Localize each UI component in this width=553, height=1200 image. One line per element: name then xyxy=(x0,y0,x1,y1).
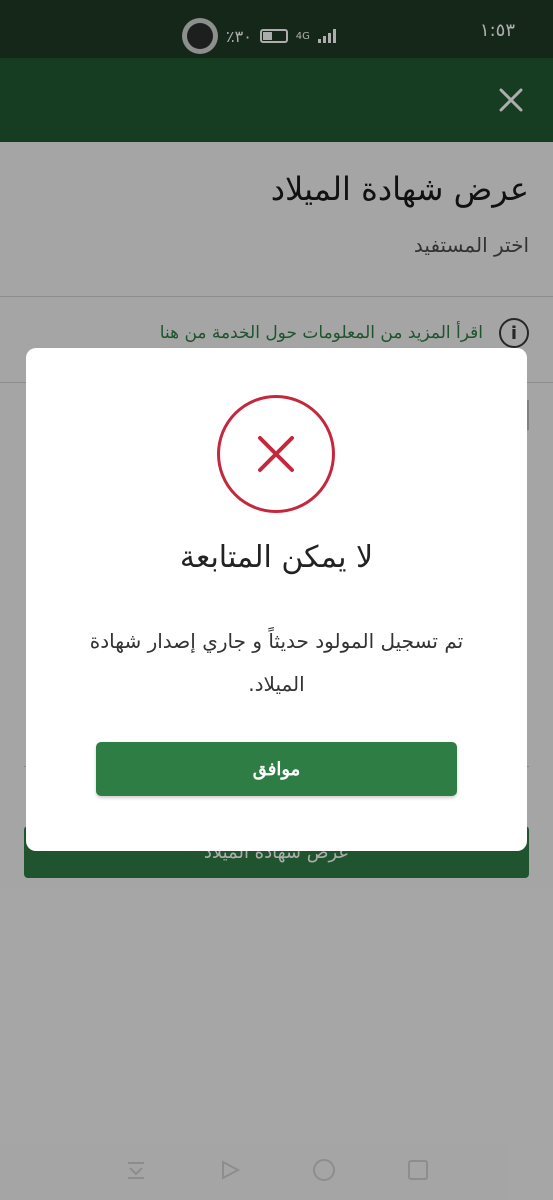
error-dialog: لا يمكن المتابعة تم تسجيل المولود حديثاً… xyxy=(26,348,527,851)
dialog-message: تم تسجيل المولود حديثاً و جاري إصدار شها… xyxy=(89,629,464,696)
dialog-title: لا يمكن المتابعة xyxy=(179,540,374,575)
error-x-icon xyxy=(217,395,335,513)
ok-button[interactable]: موافق xyxy=(96,742,457,796)
